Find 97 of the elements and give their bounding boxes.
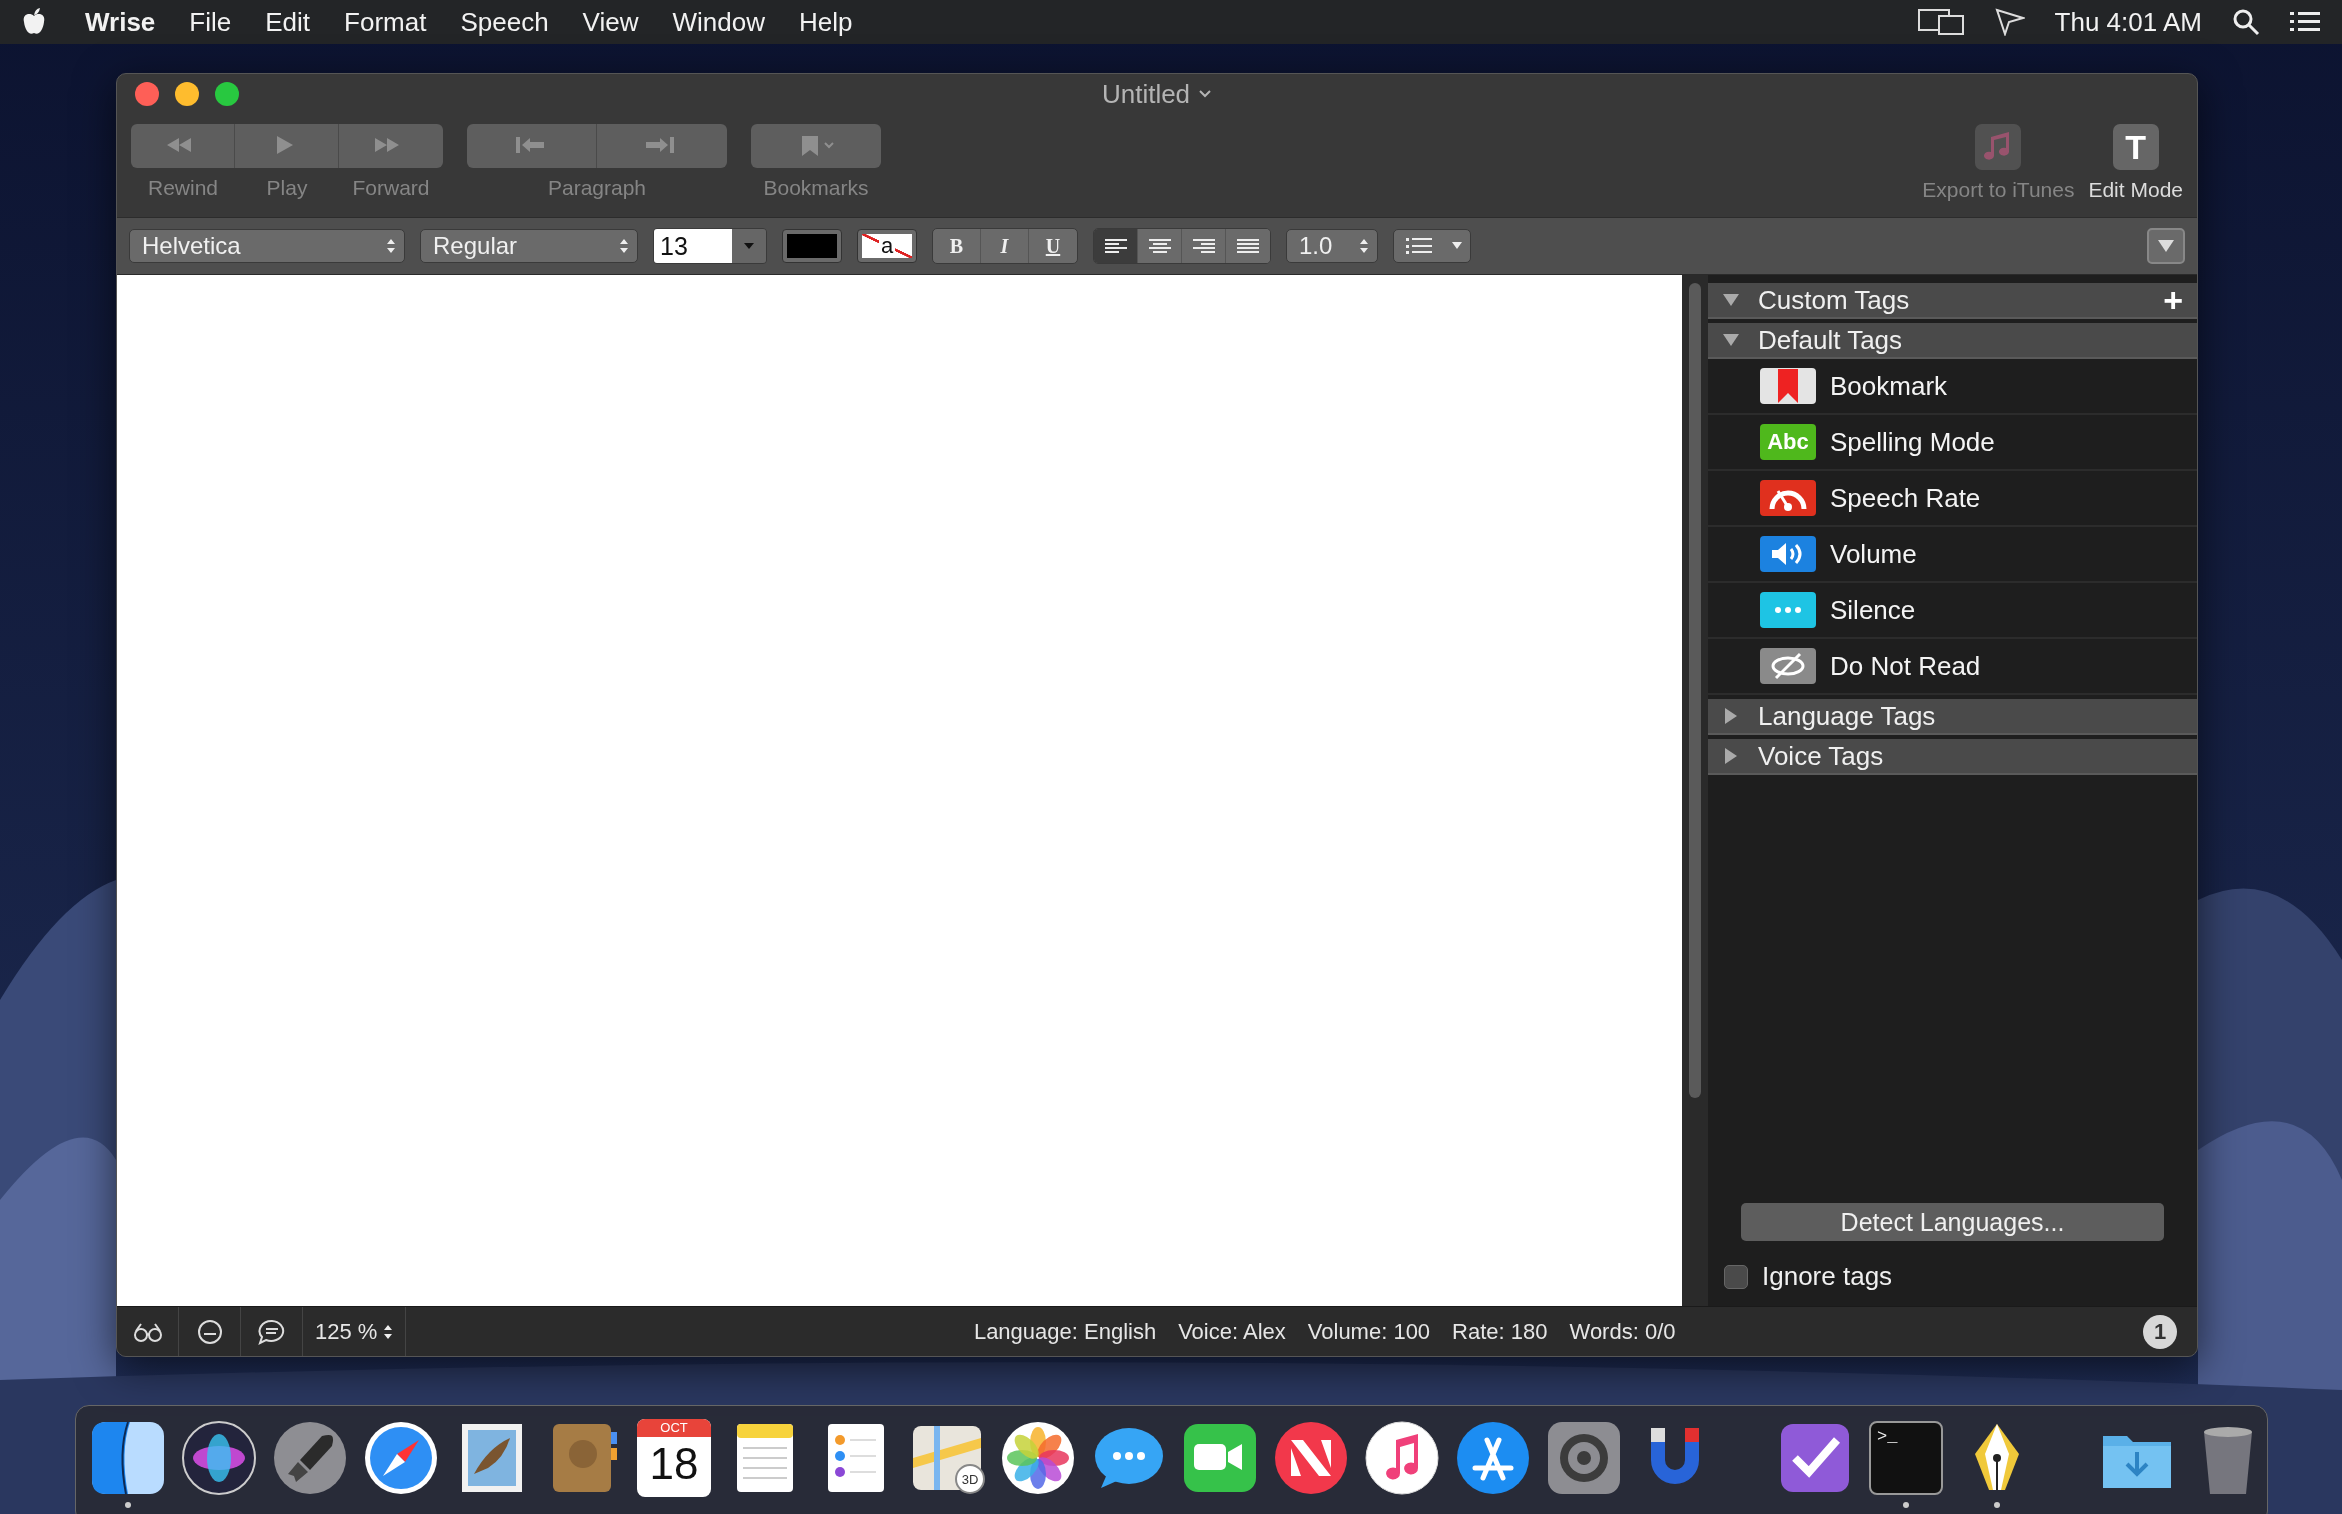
toolbar-label: Play [265,176,309,200]
bookmark-icon [1760,368,1816,404]
speech-bubble-icon [257,1318,286,1345]
clock[interactable]: Thu 4:01 AM [2054,6,2202,38]
status-text: Volume: 100 [1307,1318,1431,1345]
apple-icon[interactable] [22,8,46,36]
section-header[interactable]: Voice Tags [1708,739,2197,775]
spelling-icon: Abc [1760,424,1816,460]
search-icon[interactable] [2232,8,2260,36]
toolbar-label: Export to iTunes [1922,178,2075,202]
caret-icon [1452,242,1462,250]
paper-plane-icon[interactable] [1994,8,2025,36]
section-title: Language Tags [1758,700,1936,732]
app-menu[interactable]: Wrise [68,6,173,38]
section-header[interactable]: Language Tags [1708,699,2197,735]
stepper-icon [619,237,629,255]
align-left-icon [1104,238,1127,254]
font-popup[interactable]: Helvetica [129,229,405,263]
checkbox[interactable] [1724,1264,1748,1289]
toolbar-label: Edit Mode [2088,178,2183,202]
section-header[interactable]: Custom Tags + [1708,283,2197,319]
tag-item[interactable]: Abc Spelling Mode [1708,415,2197,471]
crossed-lips-icon [1760,648,1816,684]
minimize-button[interactable] [175,82,199,106]
detect-languages-button[interactable]: Detect Languages... [1741,1203,2164,1241]
section-title: Voice Tags [1758,740,1884,772]
toolbar-label: Forward [351,176,431,200]
chevron-icon[interactable] [1198,89,1213,99]
tag-item[interactable]: Do Not Read [1708,639,2197,695]
window-title[interactable]: Untitled [1101,78,1191,110]
close-button[interactable] [135,82,159,106]
section-title: Custom Tags [1758,284,1910,316]
zoom-popup[interactable]: 125 % [303,1307,407,1356]
status-text: Language: English [973,1318,1157,1345]
status-text: Words: 0/0 [1569,1318,1676,1345]
menu-item[interactable]: Window [655,6,782,38]
menu-item[interactable]: View [565,6,656,38]
tag-label: Volume [1830,538,1917,570]
calendar-day: 18 [649,1437,699,1491]
line-spacing-popup[interactable]: 1.0 [1286,229,1378,263]
music-note-icon[interactable] [1362,1418,1442,1498]
align-right-icon [1192,238,1215,254]
edit-mode-button[interactable]: T [2112,124,2159,170]
count-badge: 1 [2143,1314,2177,1349]
calendar-icon[interactable]: OCT 18 [634,1418,714,1498]
add-button[interactable]: + [2163,285,2183,315]
toolbar-label: Rewind [146,176,219,200]
checkbox-label: Ignore tags [1762,1261,1893,1292]
terminal-icon[interactable]: >_ [1866,1418,1946,1498]
menu-item[interactable]: Edit [248,6,328,38]
tag-label: Do Not Read [1830,650,1981,682]
menu-item[interactable]: Help [781,6,870,38]
minus-circle-icon [196,1318,223,1345]
toggle-panel-button[interactable] [2147,228,2185,264]
status-text: Rate: 180 [1452,1318,1548,1345]
gauge-icon [1760,480,1816,516]
toolbar-label: Bookmarks [763,176,869,200]
tag-label: Silence [1830,594,1916,626]
list-style-popup[interactable] [1393,229,1471,263]
style-popup[interactable]: Regular [420,229,638,263]
stepper-icon [386,237,396,255]
scrollbar-thumb[interactable] [1689,283,1701,1098]
toolbar-label: Paragraph [547,176,647,200]
menu-item[interactable]: Format [327,6,444,38]
map-badge: 3D [955,1464,985,1494]
display-icon[interactable] [1916,8,1965,36]
stepper-icon [1359,237,1369,255]
tag-item[interactable]: Volume [1708,527,2197,583]
terminal-prompt: >_ [1877,1427,1898,1446]
align-center-icon [1148,238,1171,254]
tag-item[interactable]: Speech Rate [1708,471,2197,527]
tag-label: Spelling Mode [1830,426,1995,458]
bullet-list-icon [1406,237,1432,255]
zoom-button[interactable] [215,82,239,106]
status-text: Voice: Alex [1178,1318,1286,1345]
highlight-color-well[interactable]: a [857,229,917,263]
tag-item[interactable]: Silence [1708,583,2197,639]
align-justify-icon [1237,238,1259,254]
align-left-button[interactable] [1094,229,1138,263]
menu-item[interactable]: File [172,6,249,38]
speaker-icon [1760,536,1816,572]
underline-button[interactable]: U [1029,229,1077,263]
orb-icon[interactable] [179,1418,259,1498]
text-color-well[interactable] [782,229,842,263]
calendar-month: OCT [637,1419,711,1437]
glasses-icon [132,1321,163,1342]
ellipsis-icon [1760,592,1816,628]
tag-label: Bookmark [1830,370,1948,402]
triangle-icon [2157,239,2175,253]
section-header[interactable]: Default Tags [1708,323,2197,359]
tag-label: Speech Rate [1830,482,1981,514]
section-title: Default Tags [1758,324,1903,356]
menu-icon[interactable] [2290,10,2320,34]
italic-button[interactable]: I [981,229,1029,263]
menu-item[interactable]: Speech [443,6,566,38]
bold-button[interactable]: B [933,229,981,263]
tag-item[interactable]: Bookmark [1708,359,2197,415]
